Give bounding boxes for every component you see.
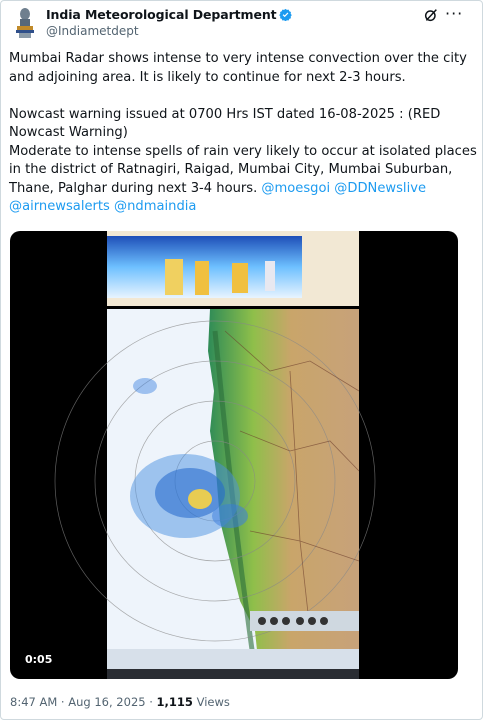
video-timestamp: 0:05 <box>25 653 53 666</box>
account-name[interactable]: India Meteorological Department <box>46 7 292 22</box>
tweet-text: Mumbai Radar shows intense to very inten… <box>9 51 477 214</box>
imd-emblem-avatar[interactable] <box>12 6 38 40</box>
post-date[interactable]: Aug 16, 2025 <box>68 695 145 709</box>
views-count: 1,115 <box>156 695 193 709</box>
video-player[interactable] <box>10 231 458 679</box>
mention-link[interactable]: @ndmaindia <box>114 199 196 214</box>
tweet-meta: 8:47 AM · Aug 16, 2025 · 1,115 Views <box>10 695 230 709</box>
more-icon[interactable]: ··· <box>445 6 463 22</box>
grok-icon[interactable] <box>423 7 439 23</box>
verified-badge-icon <box>278 8 292 21</box>
mention-link[interactable]: @moesgoi <box>261 181 330 196</box>
account-handle[interactable]: @Indiametdept <box>46 24 139 38</box>
radar-video-frame <box>54 231 376 679</box>
mention-link[interactable]: @DDNewslive <box>334 181 426 196</box>
mention-link[interactable]: @airnewsalerts <box>9 199 110 214</box>
post-time[interactable]: 8:47 AM <box>10 695 57 709</box>
